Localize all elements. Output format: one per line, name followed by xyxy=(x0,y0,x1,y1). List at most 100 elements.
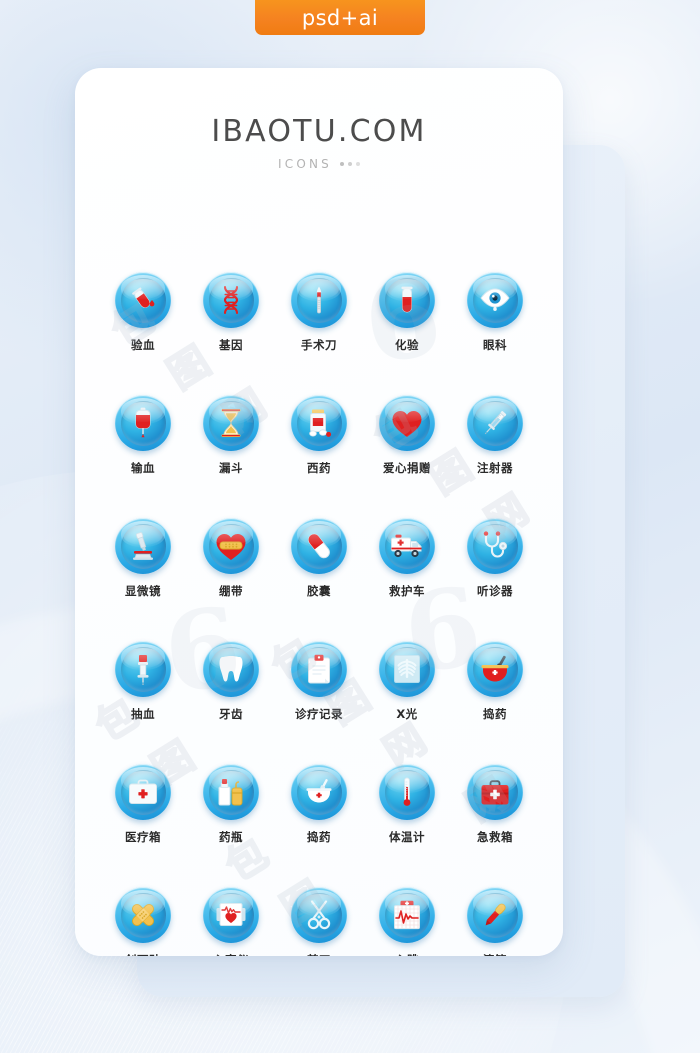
blood-draw-icon xyxy=(120,646,166,692)
page-title: IBAOTU.COM xyxy=(211,114,427,149)
heartbeat-chart-icon-button[interactable] xyxy=(379,887,435,943)
hourglass-funnel-icon xyxy=(208,400,254,446)
icon-label: 滴管 xyxy=(483,952,507,956)
icon-cell: 输血 xyxy=(99,395,187,476)
medical-record-clipboard-icon-button[interactable] xyxy=(291,641,347,697)
heart-rate-monitor-icon-button[interactable] xyxy=(203,887,259,943)
syringe-icon xyxy=(472,400,518,446)
icon-cell: 西药 xyxy=(275,395,363,476)
icon-label: 漏斗 xyxy=(219,461,243,475)
icon-cell: 抽血 xyxy=(99,641,187,722)
icon-label: 眼科 xyxy=(483,338,507,352)
microscope-icon xyxy=(120,523,166,569)
tooth-icon-button[interactable] xyxy=(203,641,259,697)
band-aid-icon xyxy=(120,892,166,938)
icon-label: 注射器 xyxy=(477,461,513,475)
icon-label: 诊疗记录 xyxy=(295,707,343,721)
mortar-bowl-icon-button[interactable] xyxy=(291,764,347,820)
capsule-pill-icon xyxy=(296,523,342,569)
blood-transfusion-icon-button[interactable] xyxy=(115,395,171,451)
scalpel-icon-button[interactable] xyxy=(291,272,347,328)
band-aid-icon-button[interactable] xyxy=(115,887,171,943)
stethoscope-icon-button[interactable] xyxy=(467,518,523,574)
icon-label: 基因 xyxy=(219,338,243,352)
icon-cell: 绷带 xyxy=(187,518,275,599)
mortar-pestle-red-icon-button[interactable] xyxy=(467,641,523,697)
icon-label: 听诊器 xyxy=(477,584,513,598)
blood-test-icon xyxy=(120,277,166,323)
scalpel-icon xyxy=(296,277,342,323)
capsule-pill-icon-button[interactable] xyxy=(291,518,347,574)
icon-label: 牙齿 xyxy=(219,707,243,721)
icon-cell: X光 xyxy=(363,641,451,722)
icon-cell: 手术刀 xyxy=(275,272,363,353)
icon-label: X光 xyxy=(396,707,418,721)
medicine-bottle-icon-button[interactable] xyxy=(203,764,259,820)
icon-label: 绷带 xyxy=(219,584,243,598)
icon-cell: 注射器 xyxy=(451,395,539,476)
first-aid-case-icon-button[interactable] xyxy=(467,764,523,820)
icon-cell: 救护车 xyxy=(363,518,451,599)
hourglass-funnel-icon-button[interactable] xyxy=(203,395,259,451)
icon-label: 药瓶 xyxy=(219,830,243,844)
subtitle-text: ICONS xyxy=(278,157,332,171)
icon-cell: 心率仪 xyxy=(187,887,275,956)
icon-cell: 捣药 xyxy=(451,641,539,722)
subtitle-dots-icon xyxy=(339,162,360,166)
heartbeat-chart-icon xyxy=(384,892,430,938)
icon-set-card: IBAOTU.COM ICONS 验血 基因 手术刀 化验 眼科输血 漏斗 西药 爱心捐赠 注射… xyxy=(75,68,563,956)
heart-donation-icon-button[interactable] xyxy=(379,395,435,451)
western-medicine-icon-button[interactable] xyxy=(291,395,347,451)
dna-gene-icon-button[interactable] xyxy=(203,272,259,328)
icon-label: 医疗箱 xyxy=(125,830,161,844)
icon-label: 捣药 xyxy=(483,707,507,721)
stethoscope-icon xyxy=(472,523,518,569)
icon-cell: 验血 xyxy=(99,272,187,353)
ophthalmology-eye-icon-button[interactable] xyxy=(467,272,523,328)
icon-label: 西药 xyxy=(307,461,331,475)
ambulance-icon-button[interactable] xyxy=(379,518,435,574)
syringe-icon-button[interactable] xyxy=(467,395,523,451)
thermometer-icon-button[interactable] xyxy=(379,764,435,820)
xray-icon-button[interactable] xyxy=(379,641,435,697)
lab-test-tube-icon-button[interactable] xyxy=(379,272,435,328)
icon-label: 体温计 xyxy=(389,830,425,844)
icon-label: 验血 xyxy=(131,338,155,352)
icon-label: 抽血 xyxy=(131,707,155,721)
icon-label: 救护车 xyxy=(389,584,425,598)
icon-cell: 听诊器 xyxy=(451,518,539,599)
dropper-icon xyxy=(472,892,518,938)
medical-kit-icon xyxy=(120,769,166,815)
icon-label: 爱心捐赠 xyxy=(383,461,431,475)
icon-cell: 药瓶 xyxy=(187,764,275,845)
icon-label: 手术刀 xyxy=(301,338,337,352)
medical-record-clipboard-icon xyxy=(296,646,342,692)
icon-label: 心率仪 xyxy=(213,952,249,956)
scissors-icon xyxy=(296,892,342,938)
blood-draw-icon-button[interactable] xyxy=(115,641,171,697)
icon-cell: 捣药 xyxy=(275,764,363,845)
dropper-icon-button[interactable] xyxy=(467,887,523,943)
card-header: IBAOTU.COM ICONS xyxy=(75,68,563,171)
medical-kit-icon-button[interactable] xyxy=(115,764,171,820)
icon-grid: 验血 基因 手术刀 化验 眼科 输血 漏斗 西药 爱心捐赠 注射器 显微镜 绷带 胶囊 救护车 听诊器 抽血 牙… xyxy=(75,272,563,956)
icon-cell: 显微镜 xyxy=(99,518,187,599)
format-badge: psd+ai xyxy=(255,0,425,35)
icon-label: 输血 xyxy=(131,461,155,475)
icon-label: 急救箱 xyxy=(477,830,513,844)
icon-label: 化验 xyxy=(395,338,419,352)
icon-cell: 诊疗记录 xyxy=(275,641,363,722)
lab-test-tube-icon xyxy=(384,277,430,323)
icon-cell: 爱心捐赠 xyxy=(363,395,451,476)
scissors-icon-button[interactable] xyxy=(291,887,347,943)
bandage-heart-icon xyxy=(208,523,254,569)
microscope-icon-button[interactable] xyxy=(115,518,171,574)
icon-cell: 急救箱 xyxy=(451,764,539,845)
bandage-heart-icon-button[interactable] xyxy=(203,518,259,574)
icon-cell: 医疗箱 xyxy=(99,764,187,845)
icon-cell: 体温计 xyxy=(363,764,451,845)
mortar-bowl-icon xyxy=(296,769,342,815)
icon-label: 创可贴 xyxy=(125,952,161,956)
xray-icon xyxy=(384,646,430,692)
blood-test-icon-button[interactable] xyxy=(115,272,171,328)
